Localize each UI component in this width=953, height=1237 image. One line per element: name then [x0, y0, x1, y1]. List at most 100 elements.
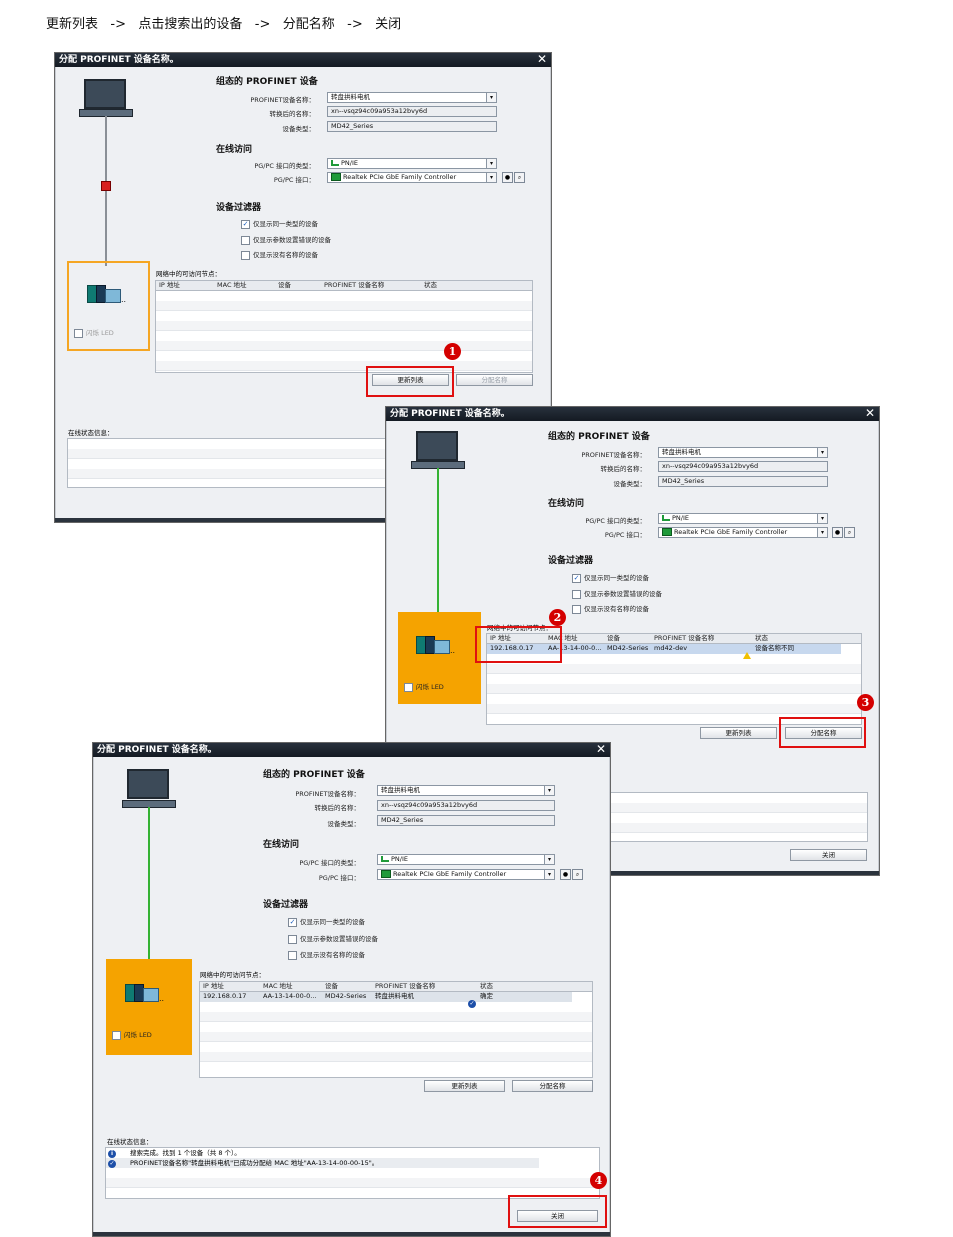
- diagnostics-icon[interactable]: ●: [832, 527, 843, 538]
- col-pn-name[interactable]: PROFINET 设备名称: [375, 982, 435, 991]
- col-status[interactable]: 状态: [480, 982, 493, 991]
- blink-led-checkbox[interactable]: 闪烁 LED: [404, 681, 444, 692]
- nodes-table-header: IP 地址 MAC 地址 设备 PROFINET 设备名称 状态: [200, 982, 592, 992]
- search-icon[interactable]: ⌕: [844, 527, 855, 538]
- marker-4: 4: [590, 1172, 607, 1189]
- filter-no-name-checkbox[interactable]: 仅显示没有名称的设备: [241, 249, 318, 260]
- link-broken-icon: [101, 181, 111, 191]
- pc-icon: [84, 79, 126, 109]
- chevron-down-icon[interactable]: ▾: [486, 93, 496, 102]
- ifc-type-label: PG/PC 接口的类型：: [299, 859, 360, 867]
- plc-device-icon: ..: [125, 984, 167, 1003]
- update-list-button[interactable]: 更新列表: [424, 1080, 505, 1092]
- col-status[interactable]: 状态: [755, 634, 768, 643]
- col-mac[interactable]: MAC 地址: [217, 281, 247, 290]
- network-card-icon: [381, 870, 391, 878]
- diagnostics-icon[interactable]: ●: [560, 869, 571, 880]
- chevron-down-icon[interactable]: ▾: [544, 855, 554, 864]
- search-icon[interactable]: ⌕: [572, 869, 583, 880]
- chevron-down-icon[interactable]: ▾: [544, 870, 554, 879]
- assign-name-button[interactable]: 分配名称: [456, 374, 533, 386]
- dialog-title: 分配 PROFINET 设备名称。: [93, 743, 610, 757]
- row-status: 设备名称不同: [755, 644, 794, 652]
- nodes-table[interactable]: IP 地址 MAC 地址 设备 PROFINET 设备名称 状态: [155, 280, 533, 373]
- device-name-select[interactable]: 转盘拱料电机 ▾: [658, 447, 828, 458]
- table-row[interactable]: 192.168.0.17 AA-13-14-00-0... MD42-Serie…: [200, 992, 572, 1008]
- col-ip[interactable]: IP 地址: [159, 281, 180, 290]
- chevron-down-icon[interactable]: ▾: [544, 786, 554, 795]
- converted-name-label: 转换后的名称：: [314, 804, 361, 812]
- pn-ie-icon: [331, 160, 339, 166]
- close-icon[interactable]: ✕: [863, 407, 877, 421]
- col-ip[interactable]: IP 地址: [203, 982, 224, 991]
- ifc-type-select[interactable]: PN/IE ▾: [377, 854, 555, 865]
- close-icon[interactable]: ✕: [594, 743, 608, 757]
- filter-section-title: 设备过滤器: [216, 203, 262, 213]
- ifc-type-select[interactable]: PN/IE ▾: [658, 513, 828, 524]
- ifc-label: PG/PC 接口：: [273, 176, 315, 184]
- ifc-type-select[interactable]: PN/IE ▾: [327, 158, 497, 169]
- network-card-icon: [662, 528, 672, 536]
- device-type-label: 设备类型：: [282, 125, 316, 133]
- online-section-title: 在线访问: [216, 145, 253, 155]
- filter-param-error-checkbox[interactable]: 仅显示参数设置错误的设备: [288, 933, 378, 944]
- nodes-label: 网络中的可访问节点：: [200, 971, 265, 979]
- ok-check-icon: ✓: [468, 999, 476, 1008]
- close-icon[interactable]: ✕: [535, 53, 549, 67]
- chevron-down-icon[interactable]: ▾: [817, 514, 827, 523]
- device-name-label: PROFINET设备名称：: [250, 96, 315, 104]
- device-panel: .. 闪烁 LED: [106, 959, 192, 1055]
- highlight-device-row: [475, 626, 562, 663]
- pn-ie-icon: [381, 856, 389, 862]
- converted-name-field: xn--vsqz94c09a953a12bvy6d: [658, 461, 828, 472]
- ifc-select[interactable]: Realtek PCIe GbE Family Controller ▾: [377, 869, 555, 880]
- device-name-select[interactable]: 转盘拱料电机 ▾: [327, 92, 497, 103]
- diagnostics-icon[interactable]: ●: [502, 172, 513, 183]
- nodes-table[interactable]: IP 地址 MAC 地址 设备 PROFINET 设备名称 状态 192.168…: [199, 981, 593, 1078]
- chevron-down-icon[interactable]: ▾: [486, 173, 496, 182]
- filter-param-error-checkbox[interactable]: 仅显示参数设置错误的设备: [572, 588, 662, 599]
- filter-no-name-checkbox[interactable]: 仅显示没有名称的设备: [572, 603, 649, 614]
- plc-device-icon: ..: [87, 285, 129, 304]
- ifc-select[interactable]: Realtek PCIe GbE Family Controller ▾: [658, 527, 828, 538]
- col-mac[interactable]: MAC 地址: [263, 982, 293, 991]
- filter-same-type-checkbox[interactable]: ✓ 仅显示同一类型的设备: [572, 572, 649, 583]
- chevron-down-icon[interactable]: ▾: [817, 528, 827, 537]
- assign-name-button[interactable]: 分配名称: [512, 1080, 593, 1092]
- close-button[interactable]: 关闭: [790, 849, 867, 861]
- assign-name-dialog-3: 分配 PROFINET 设备名称。 ✕ .. 闪烁 LED 组态的 PROFIN…: [92, 742, 611, 1237]
- col-device[interactable]: 设备: [607, 634, 620, 643]
- col-pn-name[interactable]: PROFINET 设备名称: [324, 281, 384, 290]
- col-status[interactable]: 状态: [424, 281, 437, 290]
- device-type-label: 设备类型：: [613, 480, 647, 488]
- status-message: ✓ PROFINET设备名称"转盘拱料电机"已成功分配给 MAC 地址"AA-1…: [106, 1158, 539, 1168]
- highlight-close: [508, 1195, 607, 1228]
- update-list-button[interactable]: 更新列表: [700, 727, 777, 739]
- chevron-down-icon[interactable]: ▾: [486, 159, 496, 168]
- ifc-select[interactable]: Realtek PCIe GbE Family Controller ▾: [327, 172, 497, 183]
- ifc-label: PG/PC 接口：: [318, 874, 360, 882]
- pc-icon: [416, 431, 458, 461]
- link-line-gray: [105, 116, 107, 266]
- plc-device-icon: ..: [416, 636, 458, 655]
- row-pn-name: 转盘拱料电机: [375, 992, 414, 1000]
- chevron-down-icon[interactable]: ▾: [817, 448, 827, 457]
- converted-name-label: 转换后的名称：: [269, 110, 316, 118]
- online-status-label: 在线状态信息：: [68, 429, 114, 437]
- filter-same-type-checkbox[interactable]: ✓ 仅显示同一类型的设备: [241, 218, 318, 229]
- blink-led-checkbox[interactable]: 闪烁 LED: [112, 1029, 152, 1040]
- pn-ie-icon: [662, 515, 670, 521]
- highlight-update-list: [366, 366, 454, 397]
- filter-param-error-checkbox[interactable]: 仅显示参数设置错误的设备: [241, 234, 331, 245]
- device-name-select[interactable]: 转盘拱料电机 ▾: [377, 785, 555, 796]
- col-device[interactable]: 设备: [325, 982, 338, 991]
- col-device[interactable]: 设备: [278, 281, 291, 290]
- filter-same-type-checkbox[interactable]: ✓ 仅显示同一类型的设备: [288, 916, 365, 927]
- blink-led-checkbox[interactable]: 闪烁 LED: [74, 327, 114, 338]
- filter-no-name-checkbox[interactable]: 仅显示没有名称的设备: [288, 949, 365, 960]
- search-icon[interactable]: ⌕: [514, 172, 525, 183]
- steps-caption: 更新列表 -> 点击搜索出的设备 -> 分配名称 -> 关闭: [46, 17, 402, 32]
- nodes-label: 网络中的可访问节点：: [156, 270, 221, 278]
- marker-2: 2: [549, 609, 566, 626]
- col-pn-name[interactable]: PROFINET 设备名称: [654, 634, 714, 643]
